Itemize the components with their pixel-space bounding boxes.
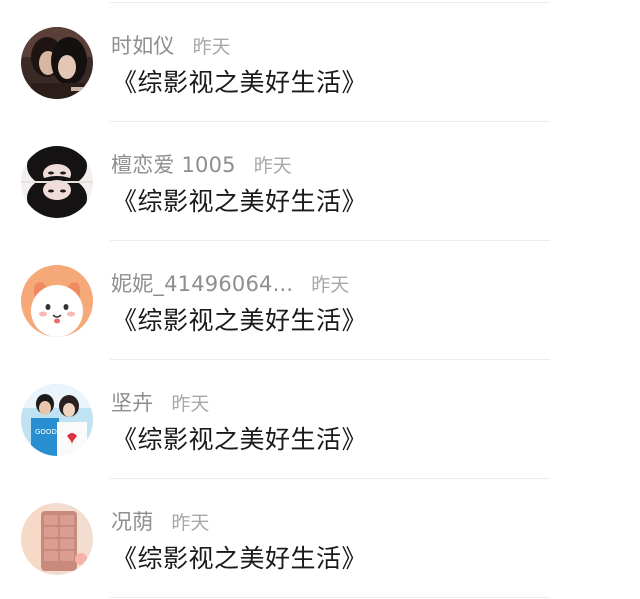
- timestamp: 昨天: [253, 154, 292, 177]
- avatar-cartoon-dog-image: [21, 265, 93, 337]
- avatar-reflected-girl-image: [21, 146, 93, 218]
- comment-meta: 坚卉 昨天: [111, 388, 209, 416]
- user-avatar[interactable]: [21, 265, 93, 337]
- avatar-dark-anime-couple-image: [21, 27, 93, 99]
- comment-meta: 况荫 昨天: [111, 507, 209, 535]
- comment-item[interactable]: 妮妮_41496064... 昨天 《综影视之美好生活》: [0, 241, 640, 360]
- comment-meta: 檀恋爱 1005 昨天: [111, 150, 292, 178]
- comment-item[interactable]: 况荫 昨天 《综影视之美好生活》: [0, 479, 640, 598]
- timestamp: 昨天: [192, 35, 231, 58]
- comment-item[interactable]: GOOD 坚卉 昨天 《综影视之美好生活》: [0, 360, 640, 479]
- username[interactable]: 檀恋爱 1005: [111, 149, 236, 179]
- comment-meta: 妮妮_41496064... 昨天: [111, 269, 349, 297]
- comment-text: 《综影视之美好生活》: [112, 425, 368, 454]
- username[interactable]: 时如仪: [111, 30, 175, 60]
- username[interactable]: 坚卉: [111, 387, 153, 417]
- username[interactable]: 况荫: [111, 506, 153, 536]
- comment-text: 《综影视之美好生活》: [112, 187, 368, 216]
- timestamp: 昨天: [171, 511, 210, 534]
- user-avatar[interactable]: [21, 27, 93, 99]
- user-avatar[interactable]: [21, 503, 93, 575]
- avatar-chocolate-phone-image: [21, 503, 93, 575]
- comment-text: 《综影视之美好生活》: [112, 306, 368, 335]
- username[interactable]: 妮妮_41496064...: [111, 268, 293, 298]
- comment-item[interactable]: 时如仪 昨天 《综影视之美好生活》: [0, 3, 640, 122]
- user-avatar[interactable]: GOOD: [21, 384, 93, 456]
- timestamp: 昨天: [171, 392, 210, 415]
- svg-text:GOOD: GOOD: [35, 428, 57, 436]
- avatar-couple-photo-image: GOOD: [21, 384, 93, 456]
- user-avatar[interactable]: [21, 146, 93, 218]
- comment-text: 《综影视之美好生活》: [112, 68, 368, 97]
- comment-item[interactable]: 檀恋爱 1005 昨天 《综影视之美好生活》: [0, 122, 640, 241]
- comment-list: 时如仪 昨天 《综影视之美好生活》 檀恋爱 1005 昨天 《综影视之美好生活》…: [0, 0, 640, 599]
- divider: [110, 597, 550, 598]
- timestamp: 昨天: [311, 273, 350, 296]
- comment-text: 《综影视之美好生活》: [112, 544, 368, 573]
- comment-meta: 时如仪 昨天: [111, 31, 231, 59]
